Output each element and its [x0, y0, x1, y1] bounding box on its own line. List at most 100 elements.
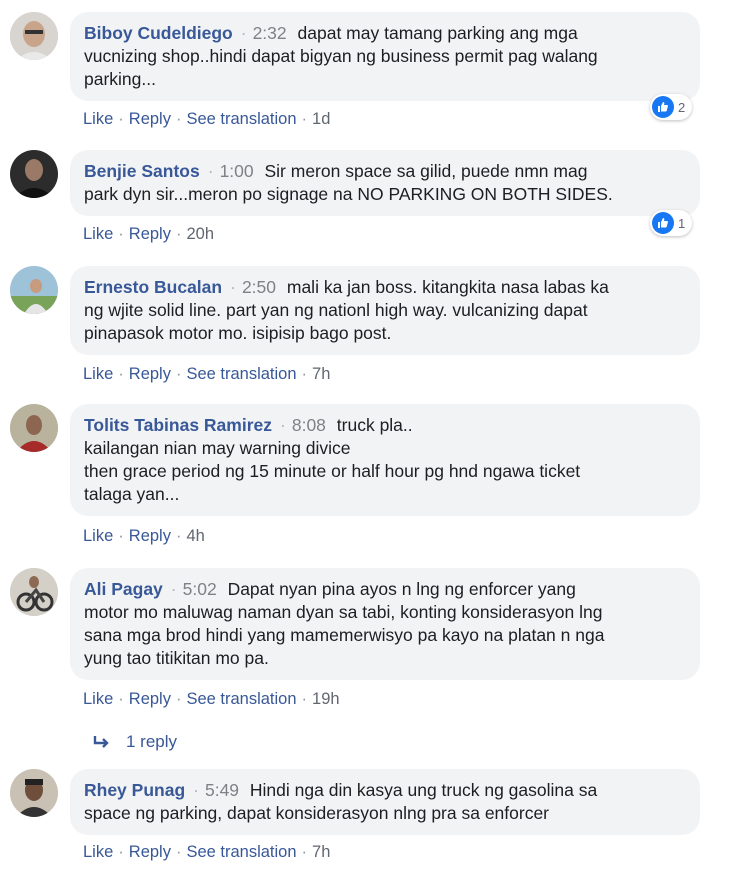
comment-text-line: talaga yan...: [84, 484, 180, 504]
avatar[interactable]: [10, 568, 58, 616]
separator-dot: ·: [301, 843, 308, 861]
comment-text-line: motor mo maluwag naman dyan sa tabi, kon…: [84, 602, 603, 622]
comment-text-line: parking...: [84, 69, 156, 89]
separator-dot: ·: [240, 23, 247, 43]
comment-age[interactable]: 20h: [186, 225, 214, 243]
separator-dot: ·: [230, 277, 236, 297]
separator-dot: ·: [207, 161, 214, 181]
avatar-image: [10, 404, 58, 452]
comment-author[interactable]: Biboy Cudeldiego: [84, 23, 233, 43]
comment-actions: Like · Reply · See translation · 7h: [83, 843, 330, 862]
see-translation-link[interactable]: See translation: [186, 365, 296, 383]
reaction-count[interactable]: 2: [650, 94, 693, 120]
comment-author[interactable]: Rhey Punag: [84, 780, 185, 800]
avatar[interactable]: [10, 12, 58, 60]
comment-text-line: Hindi nga din kasya ung truck ng gasolin…: [249, 780, 598, 800]
separator-dot: ·: [118, 527, 124, 545]
reaction-count[interactable]: 1: [650, 210, 693, 236]
comment-text-line: ng wjite solid line. part yan ng nationl…: [84, 300, 588, 320]
like-reaction-icon: [652, 96, 674, 118]
comment-timestamp[interactable]: 5:02: [183, 579, 217, 599]
separator-dot: ·: [175, 527, 182, 545]
separator-dot: ·: [301, 110, 308, 128]
see-translation-link[interactable]: See translation: [186, 110, 296, 128]
reply-link[interactable]: Reply: [129, 527, 171, 545]
avatar-image: [10, 150, 58, 198]
comment-bubble: Ali Pagay · 5:02 Dapat nyan pina ayos n ln…: [70, 568, 700, 680]
comment-bubble: Tolits Tabinas Ramirez · 8:08 truck pla.. …: [70, 404, 700, 516]
separator-dot: ·: [118, 110, 124, 128]
comment-author[interactable]: Tolits Tabinas Ramirez: [84, 415, 272, 435]
reply-link[interactable]: Reply: [129, 365, 171, 383]
reply-arrow-icon: [93, 736, 109, 748]
like-link[interactable]: Like: [83, 690, 113, 708]
separator-dot: ·: [280, 415, 286, 435]
replies-count: 1 reply: [126, 732, 178, 751]
separator-dot: ·: [301, 690, 308, 708]
separator-dot: ·: [175, 225, 182, 243]
like-reaction-icon: [652, 212, 674, 234]
reply-link[interactable]: Reply: [129, 225, 171, 243]
comment-age[interactable]: 4h: [186, 527, 204, 545]
comment-text-line: kailangan nian may warning divice: [84, 438, 351, 458]
comment-text-line: sana mga brod hindi yang mamemerwisyo pa…: [84, 625, 605, 645]
comment-author[interactable]: Benjie Santos: [84, 161, 200, 181]
reaction-number: 1: [678, 215, 686, 231]
avatar-image: [10, 568, 58, 616]
separator-dot: ·: [170, 579, 177, 599]
comment-text-line: Dapat nyan pina ayos n lng ng enforcer y…: [227, 579, 576, 599]
see-translation-link[interactable]: See translation: [186, 690, 296, 708]
comment-actions: Like · Reply · 4h: [83, 527, 205, 546]
comment-actions: Like · Reply · See translation · 19h: [83, 690, 340, 709]
comment-age[interactable]: 7h: [312, 843, 330, 861]
reply-link[interactable]: Reply: [129, 110, 171, 128]
like-link[interactable]: Like: [83, 110, 113, 128]
separator-dot: ·: [118, 690, 124, 708]
like-link[interactable]: Like: [83, 225, 113, 243]
avatar[interactable]: [10, 150, 58, 198]
separator-dot: ·: [175, 690, 182, 708]
avatar[interactable]: [10, 266, 58, 314]
avatar[interactable]: [10, 404, 58, 452]
comment-text-line: park dyn sir...meron po signage na NO PA…: [84, 184, 613, 204]
comment-text-line: space ng parking, dapat konsiderasyon nl…: [84, 803, 550, 823]
comment-text-line: pinapasok motor mo. isipisip bago post.: [84, 323, 392, 343]
comment-text-line: mali ka jan boss. kitangkita nasa labas …: [286, 277, 609, 297]
like-link[interactable]: Like: [83, 843, 113, 861]
reply-link[interactable]: Reply: [129, 843, 171, 861]
comment-text-line: dapat may tamang parking ang mga: [297, 23, 578, 43]
comment-timestamp[interactable]: 1:00: [220, 161, 254, 181]
comment-actions: Like · Reply · See translation · 7h: [83, 365, 330, 384]
comment-age[interactable]: 7h: [312, 365, 330, 383]
comment-timestamp[interactable]: 8:08: [292, 415, 326, 435]
see-translation-link[interactable]: See translation: [186, 843, 296, 861]
comment-timestamp[interactable]: 2:50: [242, 277, 276, 297]
comment-bubble: Rhey Punag · 5:49 Hindi nga din kasya ung …: [70, 769, 700, 835]
reply-link[interactable]: Reply: [129, 690, 171, 708]
like-link[interactable]: Like: [83, 365, 113, 383]
avatar-image: [10, 769, 58, 817]
comment-author[interactable]: Ernesto Bucalan: [84, 277, 222, 297]
comment-text-line: truck pla..: [336, 415, 413, 435]
separator-dot: ·: [193, 780, 199, 800]
comment-text-line: yung tao titikitan mo pa.: [84, 648, 269, 668]
comment-bubble: Biboy Cudeldiego · 2:32 dapat may tamang p…: [70, 12, 700, 101]
comment-author[interactable]: Ali Pagay: [84, 579, 163, 599]
separator-dot: ·: [118, 365, 124, 383]
comment-timestamp[interactable]: 2:32: [253, 23, 287, 43]
comment-age[interactable]: 1d: [312, 110, 330, 128]
separator-dot: ·: [175, 110, 182, 128]
separator-dot: ·: [175, 843, 182, 861]
separator-dot: ·: [301, 365, 308, 383]
separator-dot: ·: [118, 225, 124, 243]
avatar[interactable]: [10, 769, 58, 817]
comment-text-line: vucnizing shop..hindi dapat bigyan ng bu…: [84, 46, 598, 66]
comment-text-line: then grace period ng 15 minute or half h…: [84, 461, 581, 481]
comment-timestamp[interactable]: 5:49: [205, 780, 239, 800]
comment-age[interactable]: 19h: [312, 690, 340, 708]
comment-bubble: Benjie Santos · 1:00 Sir meron space sa gi…: [70, 150, 700, 216]
comment-bubble: Ernesto Bucalan · 2:50 mali ka jan boss. k…: [70, 266, 700, 355]
reaction-number: 2: [678, 99, 686, 115]
view-replies-link[interactable]: 1 reply: [92, 732, 177, 752]
like-link[interactable]: Like: [83, 527, 113, 545]
